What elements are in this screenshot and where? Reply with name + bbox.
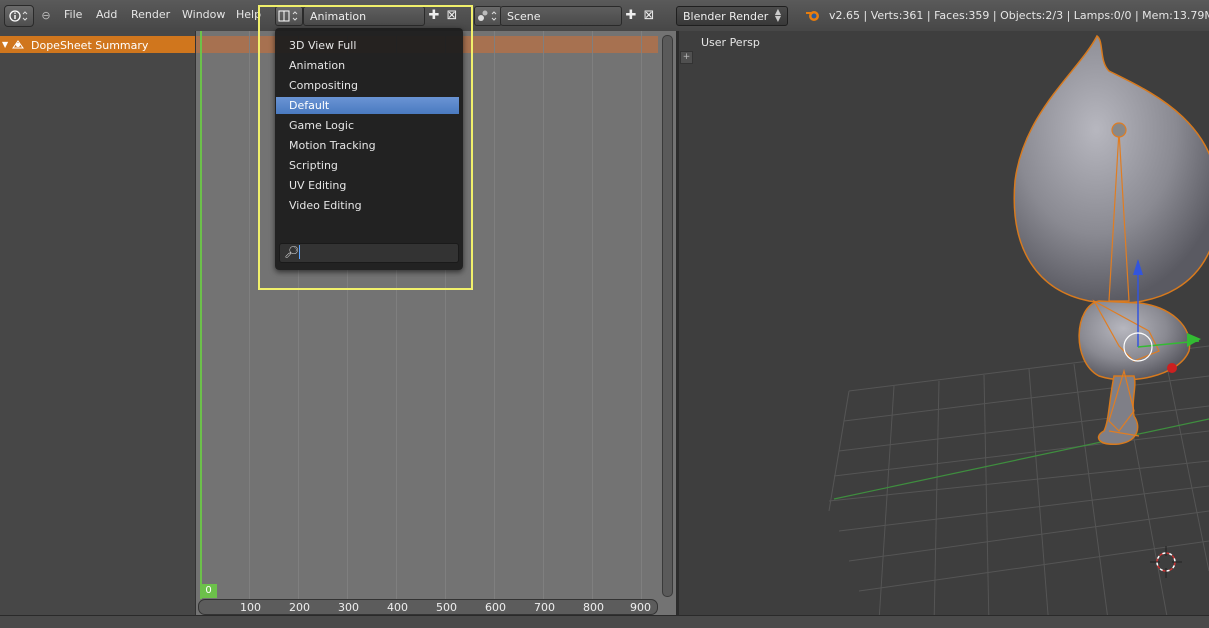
frame-tick: 200 [289,601,310,614]
grid-line [641,31,642,601]
vertical-scrollbar[interactable] [662,35,673,597]
grid-line [249,31,250,601]
info-header: ⊖ File Add Render Window Help Animation … [0,0,1209,32]
channel-region [0,31,196,615]
add-screen-button[interactable]: ✚ [426,7,442,23]
viewport-view-label: User Persp [701,36,760,49]
layout-option-3d-view-full[interactable]: 3D View Full [276,37,459,54]
screen-layout-field[interactable]: Animation [303,6,425,26]
plus-icon: ✚ [428,7,440,23]
close-icon: ⊠ [643,7,655,23]
scene-name: Scene [507,9,541,23]
layout-option-default[interactable]: Default [276,97,459,114]
character-mesh[interactable] [1013,34,1209,445]
current-frame-badge[interactable]: 0 [200,584,217,598]
collapse-menus-icon[interactable]: ⊖ [38,5,54,25]
dopesheet-icon [12,40,24,49]
menu-render[interactable]: Render [131,8,170,21]
toolshelf-toggle-button[interactable]: + [680,51,693,64]
menu-add[interactable]: Add [96,8,117,21]
frame-tick: 500 [436,601,457,614]
layout-option-motion-tracking[interactable]: Motion Tracking [276,137,459,154]
frame-tick: 300 [338,601,359,614]
frame-tick: 400 [387,601,408,614]
plus-icon: ✚ [625,7,637,23]
x-axis-line [833,418,1209,500]
search-icon: 🔎︎ [284,245,300,259]
layout-option-compositing[interactable]: Compositing [276,77,459,94]
scene-field[interactable]: Scene [500,6,622,26]
dopesheet-summary-label: DopeSheet Summary [31,39,149,52]
layout-search-input[interactable]: 🔎︎ [279,243,459,263]
delete-scene-button[interactable]: ⊠ [641,7,657,23]
dopesheet-header [0,615,1209,628]
grid-line [494,31,495,601]
updown-arrows-icon: ▲ ▼ [774,7,781,23]
playhead-line[interactable] [200,31,202,599]
add-scene-button[interactable]: ✚ [623,7,639,23]
editor-type-button[interactable] [4,5,34,27]
blender-logo-icon [806,11,819,21]
layout-option-game-logic[interactable]: Game Logic [276,117,459,134]
layout-option-scripting[interactable]: Scripting [276,157,459,174]
info-icon [9,10,28,22]
text-caret [299,245,300,259]
screen-layout-name: Animation [310,9,367,23]
screen-layout-browse-button[interactable] [275,6,303,26]
3d-viewport[interactable] [679,31,1209,627]
menu-file[interactable]: File [64,8,82,21]
frame-tick: 600 [485,601,506,614]
menu-help[interactable]: Help [236,8,261,21]
floor-grid [828,345,1209,627]
grid-line [592,31,593,601]
render-engine-select[interactable]: Blender Render ▲ ▼ [676,6,788,26]
scene-stats: v2.65 | Verts:361 | Faces:359 | Objects:… [829,9,1209,22]
scene-browse-button[interactable] [474,6,502,26]
delete-screen-button[interactable]: ⊠ [444,7,460,23]
grid-line [543,31,544,601]
frame-tick: 900 [630,601,651,614]
y-arrow-icon [1187,333,1201,347]
layout-option-uv-editing[interactable]: UV Editing [276,177,459,194]
frame-tick: 100 [240,601,261,614]
close-icon: ⊠ [446,7,458,23]
layout-option-video-editing[interactable]: Video Editing [276,197,459,214]
frame-tick: 800 [583,601,604,614]
render-engine-value: Blender Render [683,9,769,23]
x-axis-handle-icon[interactable] [1167,363,1177,373]
layout-option-animation[interactable]: Animation [276,57,459,74]
scene-icon [478,10,497,21]
disclosure-triangle-icon[interactable]: ▼ [2,40,8,49]
screen-layout-icon [278,10,298,22]
frame-tick: 700 [534,601,555,614]
menu-window[interactable]: Window [182,8,225,21]
scene-view [828,34,1209,627]
